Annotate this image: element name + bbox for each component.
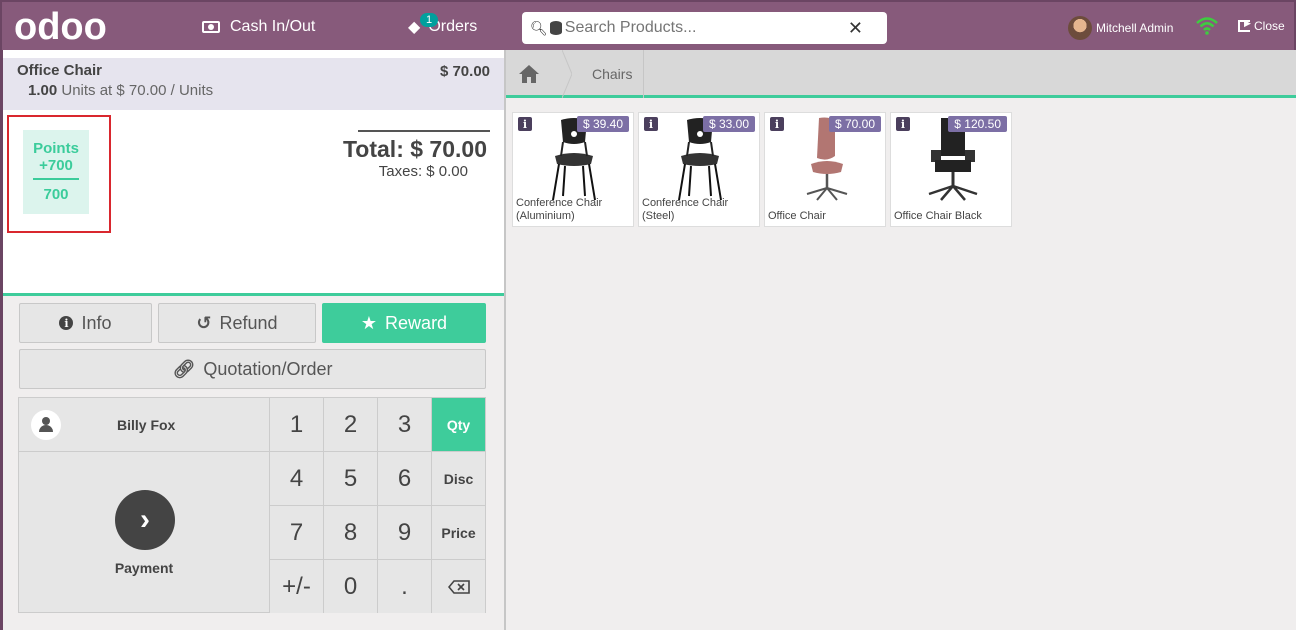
breadcrumb-category[interactable]: Chairs — [592, 66, 632, 82]
product-price: $ 120.50 — [948, 116, 1007, 132]
customer-button[interactable]: Billy Fox — [19, 398, 269, 451]
backspace-button[interactable] — [432, 560, 485, 613]
total-divider — [358, 130, 490, 132]
product-card[interactable]: i $ 120.50 Office Chair Black — [890, 112, 1012, 227]
breadcrumb-separator — [562, 50, 572, 98]
user-menu[interactable]: Mitchell Admin — [1068, 16, 1173, 40]
product-price: $ 39.40 — [576, 116, 629, 132]
order-line-product: Office Chair — [17, 62, 103, 79]
points-label: Points — [33, 140, 79, 157]
numpad-key-0[interactable]: 0 — [324, 560, 377, 613]
search-box: 🔍︎ ✕ — [522, 12, 887, 44]
order-line[interactable]: Office Chair $ 70.00 1.00 Units at $ 70.… — [3, 58, 504, 110]
loyalty-points: Points +700 700 — [23, 130, 89, 214]
product-screen: Chairs i $ 39.40 Conference Chair (Alumi… — [504, 50, 1296, 630]
breadcrumb: Chairs — [506, 50, 1296, 98]
product-info-icon[interactable]: i — [770, 117, 784, 131]
orders-button[interactable]: ◆ 1 Orders — [408, 2, 477, 52]
control-area: i Info ↺ Refund ★ Reward 🔗︎ Quotation/Or… — [3, 293, 504, 630]
quotation-label: Quotation/Order — [203, 358, 333, 379]
order-taxes: Taxes: $ 0.00 — [378, 163, 468, 180]
info-label: Info — [81, 312, 112, 333]
customer-name: Billy Fox — [117, 416, 176, 433]
order-line-qty: 1.00 — [28, 82, 58, 99]
product-card[interactable]: i $ 39.40 Conference Chair (Aluminium) — [512, 112, 634, 227]
undo-icon: ↺ — [196, 312, 212, 333]
user-name: Mitchell Admin — [1096, 21, 1174, 35]
backspace-icon — [447, 579, 470, 594]
points-total: 700 — [43, 186, 69, 203]
chevron-right-icon: › — [115, 490, 175, 550]
avatar — [1068, 16, 1092, 40]
product-info-icon[interactable]: i — [896, 117, 910, 131]
numpad-key-dot[interactable]: . — [378, 560, 431, 613]
tag-icon: ◆ — [408, 19, 421, 36]
numpad-key-5[interactable]: 5 — [324, 452, 377, 505]
odoo-logo[interactable]: odoo — [14, 10, 126, 44]
info-button[interactable]: i Info — [19, 303, 152, 343]
logo-text: odoo — [14, 10, 107, 44]
product-card[interactable]: i $ 70.00 Office Chair — [764, 112, 886, 227]
order-line-unit-text: Units at $ 70.00 / Units — [61, 82, 214, 99]
search-input[interactable] — [564, 19, 848, 37]
quotation-order-button[interactable]: 🔗︎ Quotation/Order — [19, 349, 486, 389]
money-icon — [202, 21, 220, 33]
cash-label: Cash In/Out — [230, 18, 316, 35]
points-divider — [33, 178, 79, 180]
search-icon: 🔍︎ — [530, 19, 548, 36]
wifi-icon — [1196, 17, 1218, 35]
order-line-detail: 1.00 Units at $ 70.00 / Units — [17, 82, 490, 99]
clear-search-icon[interactable]: ✕ — [848, 18, 863, 39]
numpad-key-3[interactable]: 3 — [378, 398, 431, 451]
product-info-icon[interactable]: i — [644, 117, 658, 131]
star-icon: ★ — [360, 312, 378, 333]
refund-button[interactable]: ↺ Refund — [158, 303, 316, 343]
numpad-key-9[interactable]: 9 — [378, 506, 431, 559]
order-panel: Office Chair $ 70.00 1.00 Units at $ 70.… — [0, 50, 504, 630]
refund-label: Refund — [219, 312, 278, 333]
breadcrumb-divider — [643, 50, 644, 98]
link-icon: 🔗︎ — [172, 358, 196, 379]
sign-out-icon — [1238, 18, 1251, 32]
reward-label: Reward — [385, 312, 448, 333]
numpad-key-7[interactable]: 7 — [270, 506, 323, 559]
numpad-key-8[interactable]: 8 — [324, 506, 377, 559]
database-icon — [549, 21, 562, 35]
mode-price-button[interactable]: Price — [432, 506, 485, 559]
product-info-icon[interactable]: i — [518, 117, 532, 131]
user-icon — [31, 409, 61, 440]
mode-qty-button[interactable]: Qty — [432, 398, 485, 451]
product-card[interactable]: i $ 33.00 Conference Chair (Steel) — [638, 112, 760, 227]
order-line-price: $ 70.00 — [439, 63, 490, 80]
mode-disc-button[interactable]: Disc — [432, 452, 485, 505]
points-won: +700 — [39, 157, 73, 174]
payment-button[interactable]: › Payment — [19, 452, 269, 612]
numpad-key-2[interactable]: 2 — [324, 398, 377, 451]
numpad: Billy Fox › Payment 1 2 3 Qty 4 5 6 Disc… — [18, 397, 486, 613]
close-label: Close — [1254, 19, 1285, 33]
home-icon[interactable] — [518, 64, 540, 84]
orders-count-badge: 1 — [420, 13, 439, 27]
cash-in-out-button[interactable]: Cash In/Out — [202, 2, 315, 52]
product-price: $ 70.00 — [828, 116, 881, 132]
product-name: Conference Chair (Aluminium) — [516, 197, 603, 222]
reward-button[interactable]: ★ Reward — [322, 303, 486, 343]
payment-label: Payment — [114, 560, 174, 576]
close-button[interactable]: Close — [1238, 18, 1285, 33]
top-navbar: odoo Cash In/Out ◆ 1 Orders 🔍︎ ✕ Mitchel… — [0, 0, 1296, 50]
product-name: Conference Chair (Steel) — [642, 197, 729, 222]
numpad-key-4[interactable]: 4 — [270, 452, 323, 505]
numpad-key-1[interactable]: 1 — [270, 398, 323, 451]
points-highlight: Points +700 700 — [7, 115, 111, 233]
product-name: Office Chair — [768, 210, 826, 222]
product-price: $ 33.00 — [702, 116, 755, 132]
numpad-key-6[interactable]: 6 — [378, 452, 431, 505]
numpad-key-sign[interactable]: +/- — [270, 560, 323, 613]
info-icon: i — [59, 316, 74, 330]
product-name: Office Chair Black — [894, 210, 982, 222]
order-total: Total: $ 70.00 — [342, 136, 487, 162]
